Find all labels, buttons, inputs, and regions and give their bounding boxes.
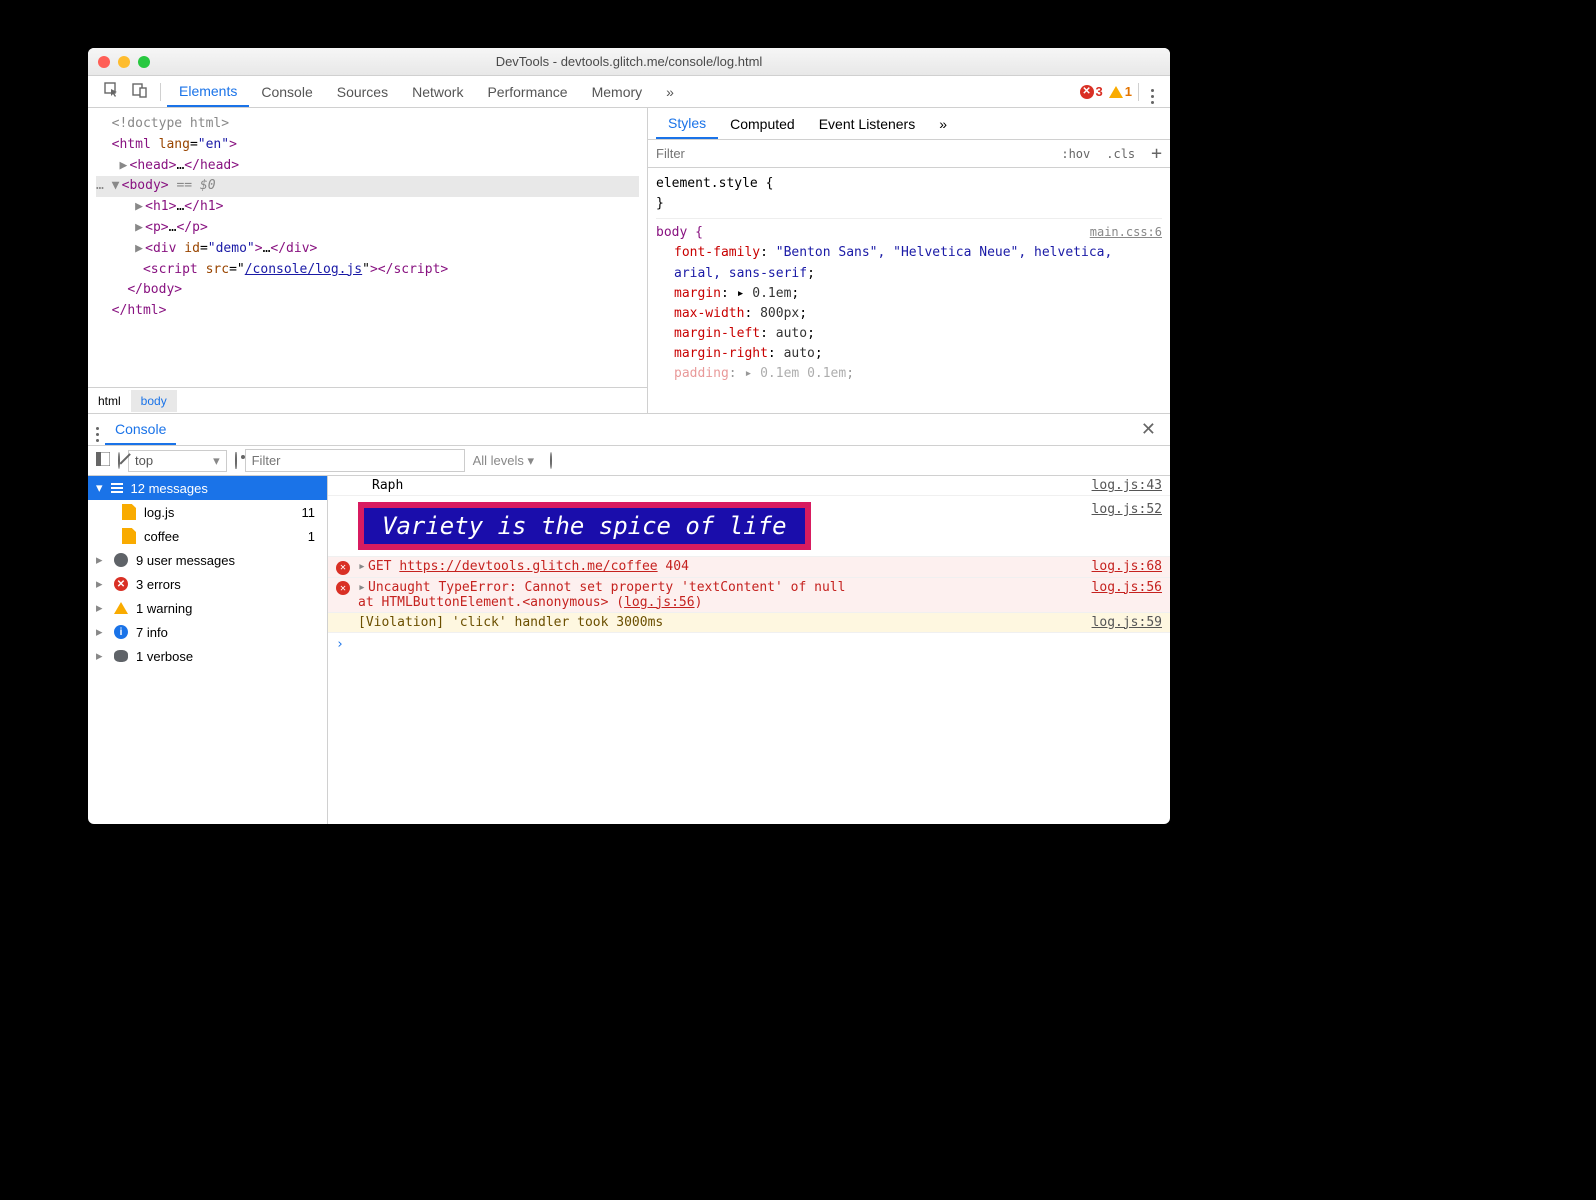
log-level-selector[interactable]: All levels ▾ bbox=[473, 453, 534, 469]
devtools-window: DevTools - devtools.glitch.me/console/lo… bbox=[88, 48, 1170, 824]
close-window-icon[interactable] bbox=[98, 56, 110, 68]
dom-breadcrumb: html body bbox=[88, 387, 647, 413]
source-link[interactable]: log.js:56 bbox=[1080, 580, 1162, 595]
tab-elements[interactable]: Elements bbox=[167, 77, 249, 107]
warning-icon bbox=[114, 602, 128, 614]
console-messages: Raph log.js:43 Variety is the spice of l… bbox=[328, 476, 1170, 824]
css-source-link[interactable]: main.css:6 bbox=[1090, 223, 1162, 242]
sidebar-user-messages[interactable]: ▸9 user messages bbox=[88, 548, 327, 572]
bug-icon bbox=[114, 650, 128, 662]
toggle-sidebar-icon[interactable] bbox=[96, 452, 110, 469]
console-toolbar: top▾ All levels ▾ bbox=[88, 446, 1170, 476]
upper-panels: <!doctype html> <html lang="en"> ▶<head>… bbox=[88, 108, 1170, 414]
close-drawer-icon[interactable]: ✕ bbox=[1135, 419, 1162, 440]
log-row-violation[interactable]: [Violation] 'click' handler took 3000ms … bbox=[328, 613, 1170, 633]
console-drawer-header: Console ✕ bbox=[88, 414, 1170, 446]
tab-network[interactable]: Network bbox=[400, 78, 475, 106]
sidebar-verbose[interactable]: ▸1 verbose bbox=[88, 644, 327, 668]
minimize-window-icon[interactable] bbox=[118, 56, 130, 68]
source-link[interactable]: log.js:43 bbox=[1080, 478, 1162, 493]
info-icon: i bbox=[114, 625, 128, 639]
list-icon bbox=[111, 483, 123, 493]
kebab-menu-icon[interactable] bbox=[1145, 75, 1160, 108]
hov-toggle[interactable]: :hov bbox=[1053, 147, 1098, 161]
selected-dom-node[interactable]: … ▼<body> == $0 bbox=[96, 176, 639, 197]
sidebar-file-logjs[interactable]: log.js11 bbox=[88, 500, 327, 524]
drawer-menu-icon[interactable] bbox=[96, 417, 99, 442]
clear-console-icon[interactable] bbox=[118, 453, 120, 468]
styled-log-message: Variety is the spice of life bbox=[358, 502, 811, 550]
source-link[interactable]: log.js:52 bbox=[1080, 502, 1162, 517]
error-icon: ✕ bbox=[114, 577, 128, 591]
breadcrumb-html[interactable]: html bbox=[88, 390, 131, 412]
tab-more[interactable]: » bbox=[654, 78, 686, 106]
inspect-icon[interactable] bbox=[98, 78, 126, 105]
sidebar-warnings[interactable]: ▸1 warning bbox=[88, 596, 327, 620]
sidebar-messages[interactable]: ▾ 12 messages bbox=[88, 476, 327, 500]
styles-tab-bar: Styles Computed Event Listeners » bbox=[648, 108, 1170, 140]
log-row-error[interactable]: ✕ ▸GET https://devtools.glitch.me/coffee… bbox=[328, 557, 1170, 578]
dom-panel: <!doctype html> <html lang="en"> ▶<head>… bbox=[88, 108, 648, 413]
styles-panel: Styles Computed Event Listeners » :hov .… bbox=[648, 108, 1170, 413]
user-icon bbox=[114, 553, 128, 567]
breadcrumb-body[interactable]: body bbox=[131, 390, 177, 412]
styles-filter-input[interactable] bbox=[648, 146, 1053, 161]
error-icon: ✕ bbox=[336, 581, 350, 595]
source-link[interactable]: log.js:68 bbox=[1080, 559, 1162, 574]
traffic-lights bbox=[98, 56, 150, 68]
tab-styles-more[interactable]: » bbox=[927, 110, 959, 138]
tab-console[interactable]: Console bbox=[249, 78, 324, 106]
console-prompt[interactable]: › bbox=[328, 633, 1170, 656]
source-link[interactable]: log.js:59 bbox=[1080, 615, 1162, 630]
sidebar-info[interactable]: ▸i7 info bbox=[88, 620, 327, 644]
file-icon bbox=[122, 528, 136, 544]
titlebar: DevTools - devtools.glitch.me/console/lo… bbox=[88, 48, 1170, 76]
tab-event-listeners[interactable]: Event Listeners bbox=[807, 110, 928, 138]
sidebar-file-coffee[interactable]: coffee1 bbox=[88, 524, 327, 548]
tab-styles[interactable]: Styles bbox=[656, 109, 718, 139]
error-icon: ✕ bbox=[336, 561, 350, 575]
styles-filter-row: :hov .cls + bbox=[648, 140, 1170, 168]
tab-memory[interactable]: Memory bbox=[580, 78, 655, 106]
error-count-badge[interactable]: ✕3 bbox=[1080, 84, 1103, 99]
warning-count-badge[interactable]: 1 bbox=[1109, 84, 1132, 99]
context-selector[interactable]: top▾ bbox=[128, 450, 227, 472]
dom-tree[interactable]: <!doctype html> <html lang="en"> ▶<head>… bbox=[88, 108, 647, 387]
log-row-error[interactable]: ✕ ▸Uncaught TypeError: Cannot set proper… bbox=[328, 578, 1170, 613]
log-row-styled[interactable]: Variety is the spice of life log.js:52 bbox=[328, 496, 1170, 557]
sidebar-errors[interactable]: ▸✕3 errors bbox=[88, 572, 327, 596]
cls-toggle[interactable]: .cls bbox=[1098, 147, 1143, 161]
log-row[interactable]: Raph log.js:43 bbox=[328, 476, 1170, 496]
tab-computed[interactable]: Computed bbox=[718, 110, 807, 138]
device-toggle-icon[interactable] bbox=[126, 78, 154, 105]
warning-icon bbox=[1109, 86, 1123, 98]
live-expression-icon[interactable] bbox=[235, 453, 237, 468]
error-icon: ✕ bbox=[1080, 85, 1094, 99]
window-title: DevTools - devtools.glitch.me/console/lo… bbox=[150, 54, 1108, 69]
maximize-window-icon[interactable] bbox=[138, 56, 150, 68]
file-icon bbox=[122, 504, 136, 520]
tab-performance[interactable]: Performance bbox=[475, 78, 579, 106]
css-rules[interactable]: element.style { } main.css:6 body { font… bbox=[648, 168, 1170, 390]
main-tab-bar: Elements Console Sources Network Perform… bbox=[88, 76, 1170, 108]
add-rule-icon[interactable]: + bbox=[1143, 143, 1170, 164]
drawer-tab-console[interactable]: Console bbox=[105, 415, 176, 445]
console-body: ▾ 12 messages log.js11 coffee1 ▸9 user m… bbox=[88, 476, 1170, 824]
console-drawer: Console ✕ top▾ All levels ▾ ▾ 12 message… bbox=[88, 414, 1170, 824]
console-settings-icon[interactable] bbox=[550, 453, 552, 468]
console-filter-input[interactable] bbox=[245, 449, 465, 472]
tab-sources[interactable]: Sources bbox=[325, 78, 400, 106]
console-sidebar: ▾ 12 messages log.js11 coffee1 ▸9 user m… bbox=[88, 476, 328, 824]
